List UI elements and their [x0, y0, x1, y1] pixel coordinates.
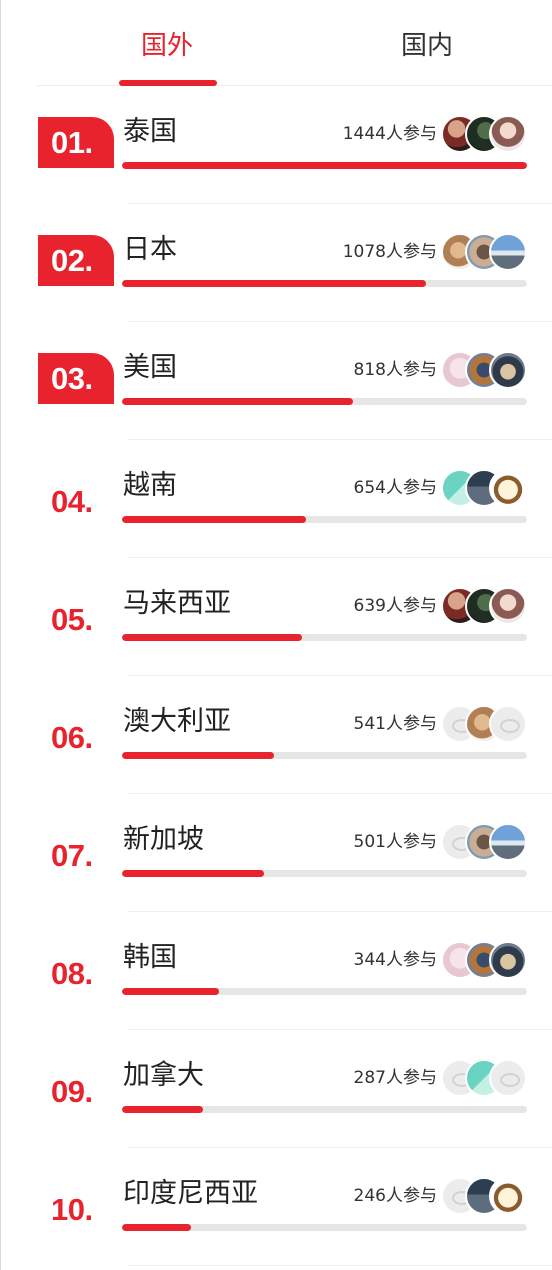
progress-track — [122, 1224, 527, 1231]
progress-fill — [122, 280, 426, 287]
participant-count: 654人参与 — [353, 478, 437, 498]
participant-count: 639人参与 — [353, 596, 437, 616]
ranking-row[interactable]: 06. 澳大利亚 541人参与 — [1, 676, 552, 794]
row-divider — [127, 1265, 552, 1266]
ranking-row[interactable]: 08. 韩国 344人参与 — [1, 912, 552, 1030]
destination-name: 日本 — [123, 234, 177, 265]
participant-count: 1078人参与 — [342, 242, 437, 262]
participant-count: 501人参与 — [353, 832, 437, 852]
destination-name: 泰国 — [123, 116, 177, 147]
rank-number: 05. — [51, 602, 93, 637]
destination-name: 越南 — [123, 470, 177, 501]
destination-name: 加拿大 — [123, 1060, 204, 1091]
progress-fill — [122, 1106, 203, 1113]
participant-count: 344人参与 — [353, 950, 437, 970]
ranking-screen: 国外 国内 01. 泰国 1444人参与 02. 日本 1078人参与 03. 美国 818人参… — [0, 0, 552, 1270]
participant-avatars — [441, 115, 527, 153]
avatar — [489, 1177, 527, 1215]
progress-track — [122, 988, 527, 995]
avatar — [489, 351, 527, 389]
progress-fill — [122, 870, 264, 877]
destination-name: 美国 — [123, 352, 177, 383]
progress-fill — [122, 988, 220, 995]
participant-avatars — [441, 351, 527, 389]
progress-fill — [122, 634, 303, 641]
progress-fill — [122, 1224, 191, 1231]
progress-fill — [122, 162, 527, 169]
tab-domestic[interactable]: 国内 — [357, 28, 497, 64]
participant-avatars — [441, 233, 527, 271]
avatar — [489, 587, 527, 625]
progress-track — [122, 280, 527, 287]
tab-bar: 国外 国内 — [37, 0, 552, 86]
participant-count: 541人参与 — [353, 714, 437, 734]
avatar — [489, 469, 527, 507]
participant-avatars — [441, 469, 527, 507]
participant-avatars — [441, 823, 527, 861]
tab-overseas[interactable]: 国外 — [97, 28, 237, 64]
participant-avatars — [441, 1177, 527, 1215]
progress-track — [122, 634, 527, 641]
progress-track — [122, 870, 527, 877]
participant-count: 818人参与 — [353, 360, 437, 380]
progress-track — [122, 516, 527, 523]
destination-name: 马来西亚 — [123, 588, 231, 619]
avatar-placeholder — [489, 705, 527, 743]
rank-number: 10. — [51, 1192, 93, 1227]
avatar-placeholder — [489, 1059, 527, 1097]
destination-name: 韩国 — [123, 942, 177, 973]
progress-track — [122, 752, 527, 759]
progress-track — [122, 1106, 527, 1113]
participant-count: 1444人参与 — [342, 124, 437, 144]
participant-count: 246人参与 — [353, 1186, 437, 1206]
progress-fill — [122, 398, 353, 405]
progress-track — [122, 398, 527, 405]
destination-name: 新加坡 — [123, 824, 204, 855]
avatar — [489, 233, 527, 271]
ranking-row[interactable]: 05. 马来西亚 639人参与 — [1, 558, 552, 676]
participant-avatars — [441, 941, 527, 979]
participant-avatars — [441, 705, 527, 743]
rank-number: 01. — [38, 117, 114, 168]
ranking-row[interactable]: 09. 加拿大 287人参与 — [1, 1030, 552, 1148]
rank-number: 04. — [51, 484, 93, 519]
destination-ranking-list: 01. 泰国 1444人参与 02. 日本 1078人参与 03. 美国 818人参与 04. 越南… — [1, 86, 552, 1266]
rank-number: 03. — [38, 353, 114, 404]
ranking-row[interactable]: 07. 新加坡 501人参与 — [1, 794, 552, 912]
rank-number: 08. — [51, 956, 93, 991]
rank-number: 07. — [51, 838, 93, 873]
avatar — [489, 941, 527, 979]
avatar — [489, 823, 527, 861]
destination-name: 澳大利亚 — [123, 706, 231, 737]
ranking-row[interactable]: 10. 印度尼西亚 246人参与 — [1, 1148, 552, 1266]
ranking-row[interactable]: 01. 泰国 1444人参与 — [1, 86, 552, 204]
progress-fill — [122, 752, 274, 759]
ranking-row[interactable]: 03. 美国 818人参与 — [1, 322, 552, 440]
rank-number: 09. — [51, 1074, 93, 1109]
rank-number: 06. — [51, 720, 93, 755]
avatar — [489, 115, 527, 153]
progress-track — [122, 162, 527, 169]
ranking-row[interactable]: 04. 越南 654人参与 — [1, 440, 552, 558]
participant-avatars — [441, 587, 527, 625]
destination-name: 印度尼西亚 — [123, 1178, 258, 1209]
progress-fill — [122, 516, 307, 523]
participant-avatars — [441, 1059, 527, 1097]
ranking-row[interactable]: 02. 日本 1078人参与 — [1, 204, 552, 322]
participant-count: 287人参与 — [353, 1068, 437, 1088]
rank-number: 02. — [38, 235, 114, 286]
